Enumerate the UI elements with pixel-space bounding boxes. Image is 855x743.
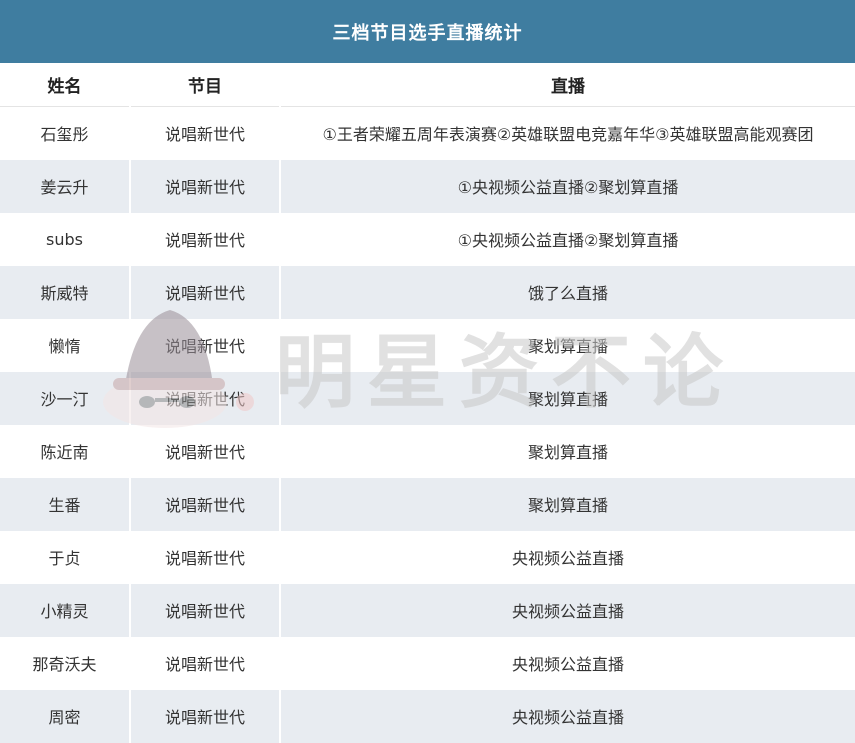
table-row: subs 说唱新世代 ①央视频公益直播②聚划算直播	[0, 212, 855, 266]
cell-show: 说唱新世代	[129, 265, 280, 319]
table-row: 周密 说唱新世代 央视频公益直播	[0, 689, 855, 743]
cell-show: 说唱新世代	[129, 318, 280, 372]
table-row: 沙一汀 说唱新世代 聚划算直播	[0, 371, 855, 425]
header-name: 姓名	[0, 63, 130, 107]
cell-show: 说唱新世代	[129, 212, 280, 266]
cell-live: ①央视频公益直播②聚划算直播	[279, 212, 855, 266]
cell-show: 说唱新世代	[129, 530, 280, 584]
cell-name: 于贞	[48, 549, 81, 568]
table-header-row: 姓名 节目 直播	[0, 63, 855, 107]
cell-live: 聚划算直播	[279, 424, 855, 478]
table-row: 小精灵 说唱新世代 央视频公益直播	[0, 583, 855, 637]
cell-name: 生番	[0, 477, 130, 531]
cell-show: 说唱新世代	[129, 689, 280, 743]
stats-table: 姓名 节目 直播 石玺彤 说唱新世代 ①王者荣耀五周年表演赛②英雄联盟电竞嘉年华…	[0, 63, 855, 743]
cell-name: 陈近南	[40, 443, 89, 462]
cell-show: 说唱新世代	[129, 477, 280, 531]
header-show: 节目	[129, 63, 280, 107]
cell-name: 周密	[0, 689, 130, 743]
cell-show: 说唱新世代	[129, 583, 280, 637]
table-row: 生番 说唱新世代 聚划算直播	[0, 477, 855, 531]
cell-live: 央视频公益直播	[279, 583, 855, 637]
cell-live: 聚划算直播	[279, 477, 855, 531]
table-row: 那奇沃夫 说唱新世代 央视频公益直播	[0, 636, 855, 690]
cell-live: 央视频公益直播	[279, 530, 855, 584]
cell-live: 聚划算直播	[279, 371, 855, 425]
cell-name: 姜云升	[0, 159, 130, 213]
cell-name: 斯威特	[0, 265, 130, 319]
cell-name: subs	[46, 229, 83, 249]
cell-show: 说唱新世代	[129, 636, 280, 690]
table-row: 姜云升 说唱新世代 ①央视频公益直播②聚划算直播	[0, 159, 855, 213]
cell-show: 说唱新世代	[129, 371, 280, 425]
cell-live: 央视频公益直播	[279, 636, 855, 690]
table-row: 懒惰 说唱新世代 聚划算直播	[0, 318, 855, 372]
table-row: 陈近南 说唱新世代 聚划算直播	[0, 424, 855, 478]
cell-live: ①王者荣耀五周年表演赛②英雄联盟电竞嘉年华③英雄联盟高能观赛团	[279, 106, 855, 160]
cell-show: 说唱新世代	[129, 159, 280, 213]
table-row: 斯威特 说唱新世代 饿了么直播	[0, 265, 855, 319]
cell-name: 石玺彤	[40, 125, 89, 145]
cell-live: 饿了么直播	[279, 265, 855, 319]
cell-live: 聚划算直播	[279, 318, 855, 372]
cell-name: 那奇沃夫	[32, 655, 97, 674]
cell-show: 说唱新世代	[129, 424, 280, 478]
cell-live: ①央视频公益直播②聚划算直播	[279, 159, 855, 213]
table-row: 于贞 说唱新世代 央视频公益直播	[0, 530, 855, 584]
cell-name: 懒惰	[48, 337, 81, 356]
table-row: 石玺彤 说唱新世代 ①王者荣耀五周年表演赛②英雄联盟电竞嘉年华③英雄联盟高能观赛…	[0, 106, 855, 160]
cell-name: 小精灵	[0, 583, 130, 637]
cell-name: 沙一汀	[0, 371, 130, 425]
cell-live: 央视频公益直播	[279, 689, 855, 743]
cell-show: 说唱新世代	[129, 106, 280, 160]
page-title: 三档节目选手直播统计	[0, 0, 855, 63]
header-live: 直播	[279, 63, 855, 107]
